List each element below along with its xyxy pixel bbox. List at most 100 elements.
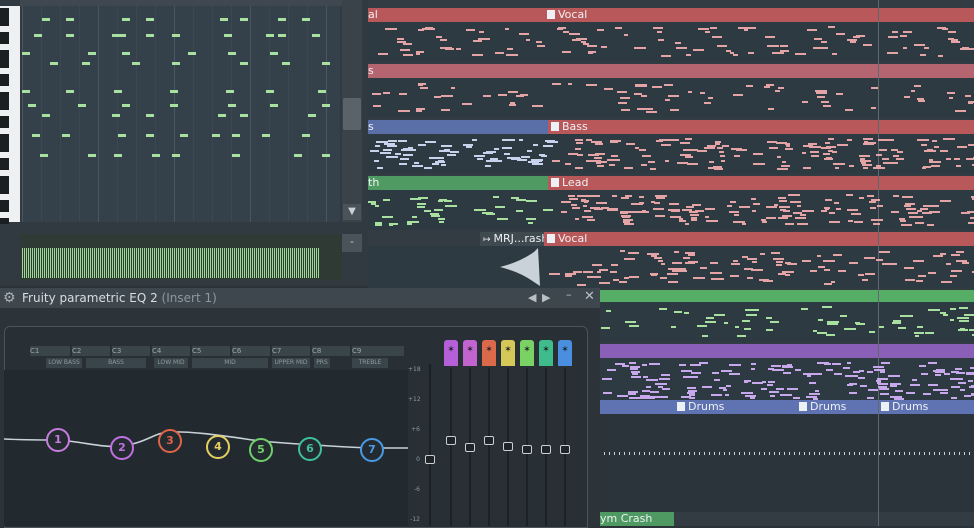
piano-roll[interactable]: ▼ - <box>0 0 368 286</box>
note[interactable] <box>118 134 126 137</box>
note[interactable] <box>322 104 330 107</box>
velocity-bar[interactable] <box>78 248 79 278</box>
note[interactable] <box>34 34 42 37</box>
velocity-bar[interactable] <box>122 248 123 278</box>
clip-vocal[interactable]: Vocal <box>544 8 974 22</box>
note[interactable] <box>28 104 36 107</box>
eq-band-handle[interactable]: 7 <box>360 438 384 462</box>
velocity-bar[interactable] <box>266 248 267 278</box>
note[interactable] <box>188 52 196 55</box>
clip-purple[interactable] <box>600 344 974 358</box>
note[interactable] <box>88 154 96 157</box>
note[interactable] <box>218 114 226 117</box>
black-key[interactable] <box>0 188 9 194</box>
prev-preset-icon[interactable]: ◀ <box>528 291 536 304</box>
velocity-bar[interactable] <box>46 248 47 278</box>
velocity-bar[interactable] <box>112 248 113 278</box>
velocity-bar[interactable] <box>298 248 299 278</box>
note[interactable] <box>322 154 330 157</box>
band-gain-fader[interactable] <box>484 436 494 445</box>
note[interactable] <box>228 104 236 107</box>
velocity-bar[interactable] <box>274 248 275 278</box>
velocity-bar[interactable] <box>208 248 209 278</box>
velocity-bar[interactable] <box>282 248 283 278</box>
velocity-bar[interactable] <box>280 248 281 278</box>
note[interactable] <box>118 34 126 37</box>
velocity-bar[interactable] <box>48 248 49 278</box>
note[interactable] <box>32 134 40 137</box>
velocity-bar[interactable] <box>314 248 315 278</box>
velocity-bar[interactable] <box>216 248 217 278</box>
note[interactable] <box>302 18 310 21</box>
velocity-bar[interactable] <box>250 248 251 278</box>
velocity-bar[interactable] <box>72 248 73 278</box>
velocity-bar[interactable] <box>68 248 69 278</box>
eq-band-handle[interactable]: 2 <box>110 436 134 460</box>
velocity-bar[interactable] <box>130 248 131 278</box>
black-key[interactable] <box>0 80 9 86</box>
note[interactable] <box>266 90 274 93</box>
velocity-bar[interactable] <box>260 248 261 278</box>
band-fader-tab[interactable]: ✶ <box>482 340 496 366</box>
velocity-bar[interactable] <box>132 248 133 278</box>
black-key[interactable] <box>0 146 9 152</box>
note[interactable] <box>132 62 140 65</box>
band-gain-fader[interactable] <box>465 443 475 452</box>
velocity-bar[interactable] <box>318 248 319 278</box>
note[interactable] <box>22 90 30 93</box>
velocity-bar[interactable] <box>212 248 213 278</box>
eq-band-handle[interactable]: 3 <box>158 429 182 453</box>
clip-vocal-2[interactable]: Vocal <box>544 232 974 246</box>
band-fader-tab[interactable]: ✶ <box>520 340 534 366</box>
clip-drums-2[interactable]: Drums <box>796 400 878 414</box>
velocity-bar[interactable] <box>24 248 25 278</box>
note[interactable] <box>312 34 320 37</box>
note[interactable] <box>146 114 154 117</box>
note[interactable] <box>172 154 180 157</box>
velocity-bar[interactable] <box>292 248 293 278</box>
note[interactable] <box>170 104 178 107</box>
velocity-bar[interactable] <box>92 248 93 278</box>
black-key[interactable] <box>0 164 9 170</box>
velocity-bar[interactable] <box>258 248 259 278</box>
band-gain-fader[interactable] <box>503 442 513 451</box>
scroll-down-button[interactable]: ▼ <box>343 204 361 220</box>
velocity-bar[interactable] <box>240 248 241 278</box>
velocity-bar[interactable] <box>42 248 43 278</box>
note[interactable] <box>122 18 130 21</box>
black-key[interactable] <box>0 122 9 128</box>
note[interactable] <box>318 90 326 93</box>
velocity-bar[interactable] <box>276 248 277 278</box>
velocity-bar[interactable] <box>142 248 143 278</box>
velocity-bar[interactable] <box>304 248 305 278</box>
velocity-bar[interactable] <box>98 248 99 278</box>
velocity-bar[interactable] <box>272 248 273 278</box>
velocity-bar[interactable] <box>150 248 151 278</box>
velocity-bar[interactable] <box>218 248 219 278</box>
note[interactable] <box>172 34 180 37</box>
velocity-bar[interactable] <box>232 248 233 278</box>
velocity-bar[interactable] <box>40 248 41 278</box>
velocity-bar[interactable] <box>166 248 167 278</box>
clip-drums-lead[interactable] <box>600 400 674 414</box>
velocity-bar[interactable] <box>52 248 53 278</box>
note[interactable] <box>122 104 130 107</box>
clip-cym-crash[interactable]: ym Crash <box>600 512 674 526</box>
velocity-bar[interactable] <box>134 248 135 278</box>
note[interactable] <box>220 18 228 21</box>
velocity-bar[interactable] <box>148 248 149 278</box>
scrollbar-thumb[interactable] <box>343 98 361 130</box>
velocity-bar[interactable] <box>206 248 207 278</box>
note[interactable] <box>40 154 48 157</box>
clip-vocal-left[interactable]: al <box>368 8 544 22</box>
velocity-bar[interactable] <box>116 248 117 278</box>
band-gain-fader[interactable] <box>522 445 532 454</box>
velocity-bar[interactable] <box>302 248 303 278</box>
velocity-bar[interactable] <box>104 248 105 278</box>
velocity-bar[interactable] <box>56 248 57 278</box>
velocity-bar[interactable] <box>108 248 109 278</box>
note[interactable] <box>122 52 130 55</box>
velocity-bar[interactable] <box>120 248 121 278</box>
velocity-bar[interactable] <box>200 248 201 278</box>
band-gain-fader[interactable] <box>446 436 456 445</box>
